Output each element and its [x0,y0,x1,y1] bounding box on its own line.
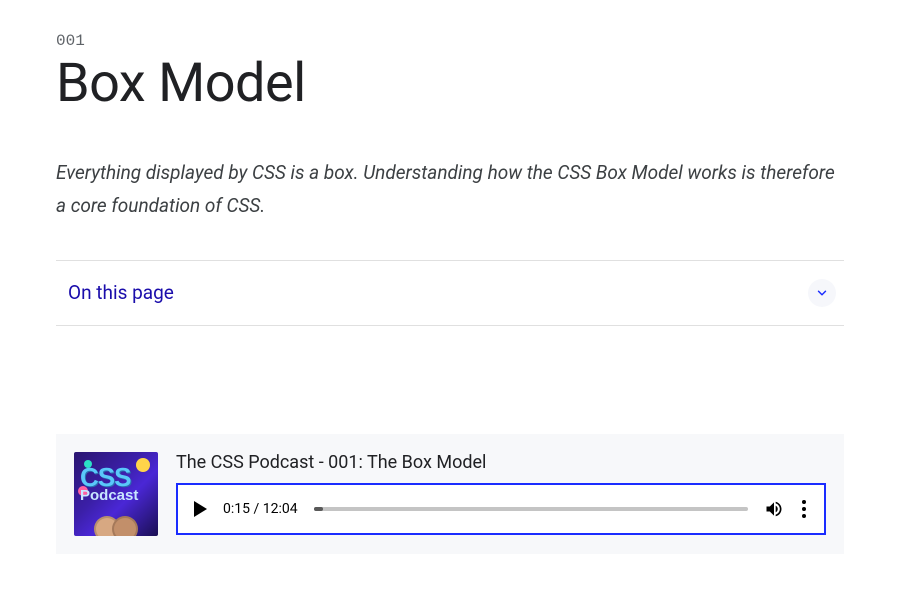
episode-number: 001 [56,32,844,50]
time-display: 0:15 / 12:04 [223,501,298,517]
page-title: Box Model [56,54,844,113]
podcast-episode-title: The CSS Podcast - 001: The Box Model [176,452,826,473]
artwork-text-line1: CSS [80,466,154,488]
page-lede: Everything displayed by CSS is a box. Un… [56,157,844,222]
artwork-text-line2: Podcast [80,490,154,503]
toc-label: On this page [60,281,174,304]
more-menu-button[interactable] [800,500,808,518]
volume-icon[interactable] [764,499,784,519]
podcast-artwork: CSS Podcast [74,452,158,536]
podcast-card: CSS Podcast The CSS Podcast - 001: The B… [56,434,844,554]
audio-player: 0:15 / 12:04 [176,483,826,535]
chevron-down-icon [808,279,836,307]
play-button[interactable] [194,501,207,517]
on-this-page-toggle[interactable]: On this page [56,260,844,326]
progress-bar[interactable] [314,507,748,511]
progress-fill [314,507,323,511]
